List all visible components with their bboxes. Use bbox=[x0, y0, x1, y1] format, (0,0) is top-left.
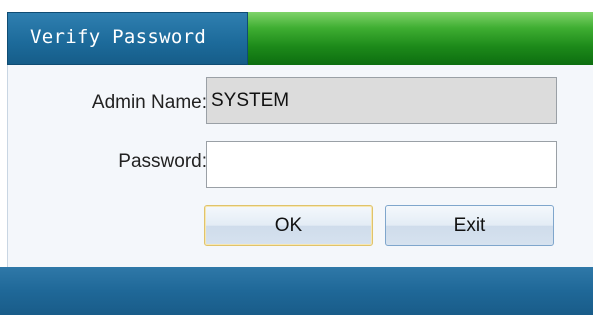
password-input[interactable] bbox=[206, 141, 557, 188]
dialog-title: Verify Password bbox=[30, 26, 207, 48]
title-bar-fill bbox=[248, 12, 593, 65]
verify-password-dialog: Verify Password Admin Name: SYSTEM Passw… bbox=[0, 0, 593, 315]
ok-button[interactable]: OK bbox=[204, 205, 373, 246]
dialog-content: Admin Name: SYSTEM Password: OK Exit bbox=[7, 65, 593, 267]
exit-button[interactable]: Exit bbox=[385, 205, 554, 246]
title-tab: Verify Password bbox=[7, 12, 248, 65]
bottom-bar bbox=[0, 267, 593, 315]
admin-name-label: Admin Name: bbox=[91, 92, 207, 113]
password-label: Password: bbox=[118, 151, 207, 172]
title-bar: Verify Password bbox=[7, 12, 593, 65]
admin-name-field: SYSTEM bbox=[206, 77, 557, 124]
